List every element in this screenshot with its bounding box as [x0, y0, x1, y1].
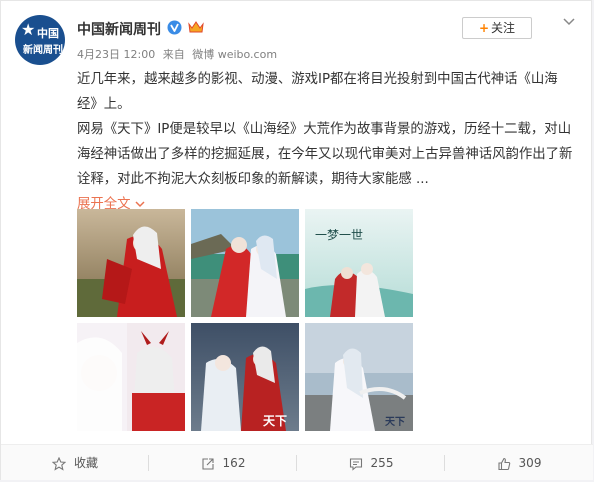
repost-button[interactable]: 162 [149, 445, 297, 481]
avatar-text-line1: 中国 [37, 27, 59, 40]
plus-icon: + [478, 21, 490, 35]
like-count: 309 [518, 456, 542, 470]
verified-badge-icon [167, 20, 182, 35]
post-meta: 4月23日 12:00 来自 微博 weibo.com [77, 46, 281, 62]
like-button[interactable]: 309 [445, 445, 593, 481]
username[interactable]: 中国新闻周刊 [77, 19, 161, 39]
vip-crown-icon [188, 21, 204, 33]
photo-3[interactable]: 一梦一世 [305, 209, 413, 317]
watermark-logo: 天下 [385, 416, 405, 428]
photo-1[interactable] [77, 209, 185, 317]
photo-4[interactable] [77, 323, 185, 431]
chevron-down-icon[interactable] [562, 15, 576, 29]
repost-icon [201, 457, 214, 470]
chevron-down-icon [135, 201, 145, 208]
repost-count: 162 [222, 456, 246, 470]
avatar[interactable]: ★ 中国 新闻周刊 [15, 15, 65, 65]
source-prefix: 来自 [162, 48, 185, 61]
follow-label: 关注 [491, 21, 516, 35]
photo-2[interactable] [191, 209, 299, 317]
star-icon [51, 456, 67, 471]
avatar-text-line2: 新闻周刊 [23, 45, 63, 56]
comment-count: 255 [370, 456, 394, 470]
post-text: 近几年来，越来越多的影视、动漫、游戏IP都在将目光投射到中国古代神话《山海经》上… [77, 67, 575, 217]
watermark-calligraphy: 一梦一世 [315, 228, 363, 242]
photo-5[interactable]: 天下 [191, 323, 299, 431]
thumbs-up-icon [497, 457, 510, 470]
post-paragraph-2: 网易《天下》IP便是较早以《山海经》大荒作为故事背景的游戏，历经十二载，对山海经… [77, 122, 573, 187]
favorite-button[interactable]: 收藏 [1, 445, 149, 481]
post-paragraph-1: 近几年来，越来越多的影视、动漫、游戏IP都在将目光投射到中国古代神话《山海经》上… [77, 72, 558, 112]
follow-button[interactable]: + 关注 [462, 17, 532, 39]
post-action-bar: 收藏 162 255 309 [1, 444, 593, 480]
post-date[interactable]: 4月23日 12:00 [77, 48, 155, 61]
comment-icon [349, 457, 362, 471]
post-source[interactable]: 微博 weibo.com [192, 48, 277, 61]
weibo-post-card: ★ 中国 新闻周刊 中国新闻周刊 4月23日 12:00 来自 微博 weibo… [0, 0, 593, 480]
watermark-logo: 天下 [263, 414, 287, 428]
photo-6[interactable]: 天下 [305, 323, 413, 431]
favorite-label: 收藏 [73, 456, 98, 470]
comment-button[interactable]: 255 [297, 445, 445, 481]
